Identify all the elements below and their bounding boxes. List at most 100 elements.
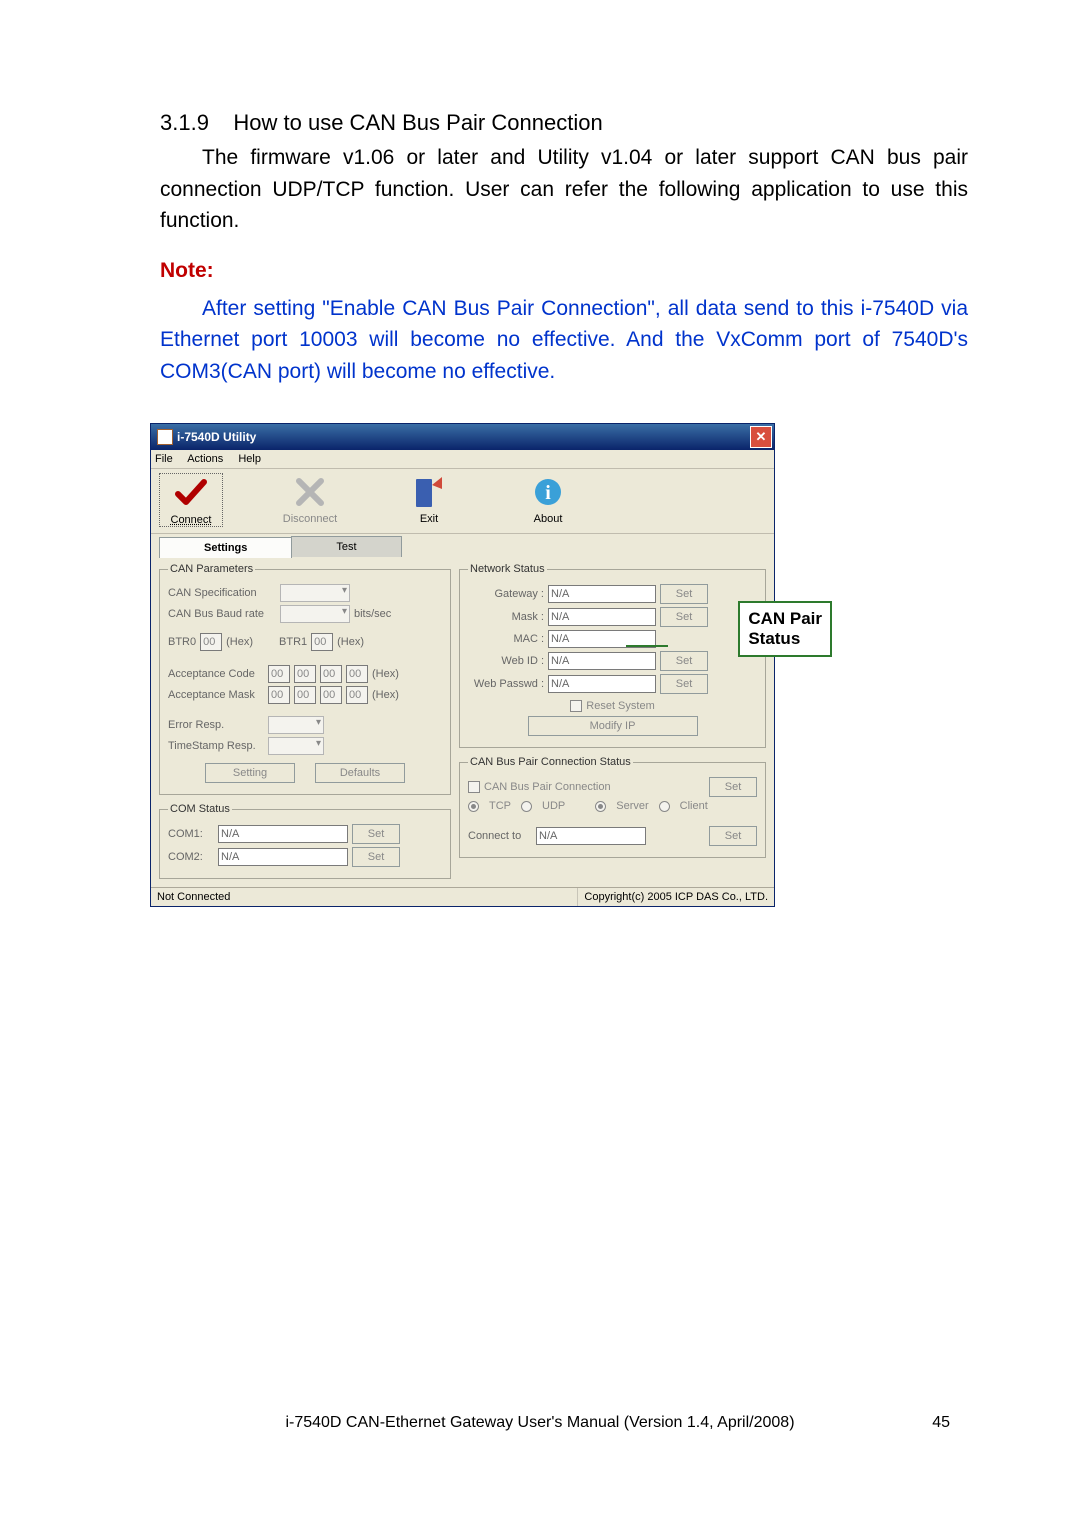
- btr0-field[interactable]: 00: [200, 633, 222, 651]
- svg-text:i: i: [545, 482, 551, 504]
- intro-paragraph: The firmware v1.06 or later and Utility …: [160, 142, 968, 237]
- tabbar: Settings Test: [151, 536, 774, 557]
- server-radio[interactable]: [595, 801, 606, 812]
- can-parameters-legend: CAN Parameters: [168, 563, 255, 575]
- close-icon[interactable]: ✕: [750, 426, 772, 448]
- btr1-hex: (Hex): [337, 636, 364, 648]
- can-pair-group: CAN Bus Pair Connection Status CAN Bus P…: [459, 756, 766, 858]
- webpw-set-button[interactable]: Set: [660, 674, 708, 694]
- disconnect-label: Disconnect: [283, 513, 337, 525]
- reset-label: Reset System: [586, 700, 654, 712]
- can-spec-dropdown[interactable]: [280, 584, 350, 602]
- acc-mask-1[interactable]: 00: [294, 686, 316, 704]
- callout-line2: Status: [748, 629, 822, 649]
- server-label: Server: [616, 800, 648, 812]
- note-paragraph: After setting "Enable CAN Bus Pair Conne…: [160, 293, 968, 388]
- mask-field[interactable]: N/A: [548, 608, 656, 626]
- com1-field[interactable]: N/A: [218, 825, 348, 843]
- can-pair-legend: CAN Bus Pair Connection Status: [468, 756, 633, 768]
- btr1-label: BTR1: [279, 636, 307, 648]
- com2-set-button[interactable]: Set: [352, 847, 400, 867]
- webid-set-button[interactable]: Set: [660, 651, 708, 671]
- acc-mask-label: Acceptance Mask: [168, 689, 264, 701]
- btr0-hex: (Hex): [226, 636, 253, 648]
- btr1-field[interactable]: 00: [311, 633, 333, 651]
- connect-to-field[interactable]: N/A: [536, 827, 646, 845]
- statusbar: Not Connected Copyright(c) 2005 ICP DAS …: [151, 887, 774, 906]
- tab-test[interactable]: Test: [291, 536, 401, 557]
- com-status-group: COM Status COM1: N/A Set COM2: N/A Set: [159, 803, 451, 879]
- webpw-label: Web Passwd :: [468, 678, 544, 690]
- footer-text: i-7540D CAN-Ethernet Gateway User's Manu…: [0, 1414, 1080, 1432]
- tab-settings[interactable]: Settings: [159, 537, 292, 558]
- btr0-label: BTR0: [168, 636, 196, 648]
- gateway-set-button[interactable]: Set: [660, 584, 708, 604]
- callout-box: CAN Pair Status: [738, 601, 832, 657]
- disconnect-button[interactable]: Disconnect: [278, 473, 342, 527]
- acc-code-label: Acceptance Code: [168, 668, 264, 680]
- acc-code-1[interactable]: 00: [294, 665, 316, 683]
- x-icon: [295, 473, 325, 511]
- gateway-label: Gateway :: [468, 588, 544, 600]
- udp-label: UDP: [542, 800, 565, 812]
- connect-button[interactable]: Connect: [159, 473, 223, 527]
- about-label: About: [534, 513, 563, 525]
- callout-line1: CAN Pair: [748, 609, 822, 629]
- mac-label: MAC :: [468, 633, 544, 645]
- callout-line: [626, 645, 668, 647]
- webpw-field[interactable]: N/A: [548, 675, 656, 693]
- gateway-field[interactable]: N/A: [548, 585, 656, 603]
- pair-set-button[interactable]: Set: [709, 777, 757, 797]
- com1-set-button[interactable]: Set: [352, 824, 400, 844]
- can-baud-dropdown[interactable]: [280, 605, 350, 623]
- section-title-text: How to use CAN Bus Pair Connection: [233, 110, 602, 135]
- connect-label: Connect: [171, 514, 212, 526]
- acc-code-2[interactable]: 00: [320, 665, 342, 683]
- section-heading: 3.1.9 How to use CAN Bus Pair Connection: [160, 110, 968, 136]
- connect-to-label: Connect to: [468, 830, 532, 842]
- can-baud-label: CAN Bus Baud rate: [168, 608, 276, 620]
- defaults-button[interactable]: Defaults: [315, 763, 405, 783]
- acc-code-3[interactable]: 00: [346, 665, 368, 683]
- ts-resp-dropdown[interactable]: [268, 737, 324, 755]
- network-status-group: Network Status Gateway : N/A Set Mask : …: [459, 563, 766, 748]
- acc-code-hex: (Hex): [372, 668, 399, 680]
- toolbar: Connect Disconnect Exit i: [151, 469, 774, 534]
- acc-code-0[interactable]: 00: [268, 665, 290, 683]
- menu-file[interactable]: File: [155, 453, 173, 465]
- modify-ip-button[interactable]: Modify IP: [528, 716, 698, 736]
- com2-field[interactable]: N/A: [218, 848, 348, 866]
- section-number: 3.1.9: [160, 110, 209, 135]
- door-icon: [414, 473, 444, 511]
- about-button[interactable]: i About: [516, 473, 580, 527]
- error-resp-dropdown[interactable]: [268, 716, 324, 734]
- menu-help[interactable]: Help: [238, 453, 261, 465]
- app-icon: [157, 429, 173, 445]
- ts-resp-label: TimeStamp Resp.: [168, 740, 264, 752]
- window-title: i-7540D Utility: [177, 430, 750, 444]
- exit-button[interactable]: Exit: [397, 473, 461, 527]
- acc-mask-2[interactable]: 00: [320, 686, 342, 704]
- udp-radio[interactable]: [521, 801, 532, 812]
- com-status-legend: COM Status: [168, 803, 232, 815]
- webid-field[interactable]: N/A: [548, 652, 656, 670]
- check-icon: [174, 474, 208, 512]
- pair-enable-checkbox[interactable]: [468, 781, 480, 793]
- client-radio[interactable]: [659, 801, 670, 812]
- tcp-radio[interactable]: [468, 801, 479, 812]
- com2-label: COM2:: [168, 851, 214, 863]
- reset-checkbox[interactable]: [570, 700, 582, 712]
- info-icon: i: [533, 473, 563, 511]
- can-parameters-group: CAN Parameters CAN Specification CAN Bus…: [159, 563, 451, 795]
- connect-set-button[interactable]: Set: [709, 826, 757, 846]
- webid-label: Web ID :: [468, 655, 544, 667]
- status-left: Not Connected: [151, 888, 577, 906]
- acc-mask-3[interactable]: 00: [346, 686, 368, 704]
- exit-label: Exit: [420, 513, 438, 525]
- network-status-legend: Network Status: [468, 563, 547, 575]
- mask-set-button[interactable]: Set: [660, 607, 708, 627]
- setting-button[interactable]: Setting: [205, 763, 295, 783]
- acc-mask-0[interactable]: 00: [268, 686, 290, 704]
- client-label: Client: [680, 800, 708, 812]
- menu-actions[interactable]: Actions: [187, 453, 223, 465]
